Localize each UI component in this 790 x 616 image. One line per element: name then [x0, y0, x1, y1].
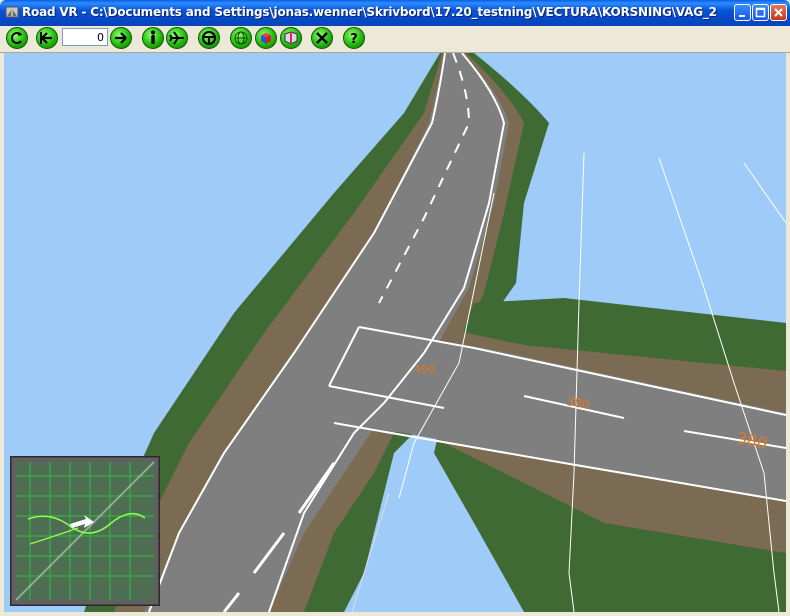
toolbar: ?	[0, 26, 790, 53]
layers-button[interactable]	[280, 27, 302, 49]
3d-viewport[interactable]: 400 380 380	[4, 53, 786, 612]
maximize-icon	[755, 7, 766, 18]
drive-mode-button[interactable]	[198, 27, 220, 49]
refresh-icon	[11, 32, 22, 44]
window-title: Road VR - C:\Documents and Settings\jona…	[22, 5, 717, 19]
tools-icon	[316, 32, 328, 44]
arrow-left-icon	[40, 32, 52, 44]
step-forward-button[interactable]	[110, 27, 132, 49]
svg-text:?: ?	[350, 32, 358, 47]
layers-icon	[284, 31, 298, 45]
steering-wheel-icon	[202, 31, 216, 45]
close-button[interactable]	[770, 4, 787, 21]
walk-mode-button[interactable]	[142, 27, 164, 49]
app-icon	[5, 6, 19, 18]
step-back-button[interactable]	[36, 27, 58, 49]
color-cube-button[interactable]	[255, 27, 277, 49]
globe-button[interactable]	[230, 27, 252, 49]
fly-mode-button[interactable]	[166, 27, 188, 49]
reset-view-button[interactable]	[6, 27, 28, 49]
minimize-button[interactable]	[734, 4, 751, 21]
help-icon: ?	[350, 32, 358, 47]
globe-icon	[234, 31, 248, 45]
title-bar: Road VR - C:\Documents and Settings\jona…	[0, 0, 790, 26]
frame-input[interactable]	[62, 28, 108, 46]
minimap-grid	[8, 454, 162, 608]
help-button[interactable]: ?	[343, 27, 365, 49]
close-icon	[774, 8, 783, 17]
tools-button[interactable]	[311, 27, 333, 49]
color-cube-icon	[261, 33, 271, 44]
arrow-right-icon	[115, 32, 127, 44]
minimap[interactable]	[8, 454, 162, 608]
minimize-icon	[739, 15, 745, 17]
person-icon	[151, 30, 155, 44]
station-label-400: 400	[414, 363, 435, 376]
maximize-button[interactable]	[752, 4, 769, 21]
airplane-icon	[169, 31, 184, 45]
